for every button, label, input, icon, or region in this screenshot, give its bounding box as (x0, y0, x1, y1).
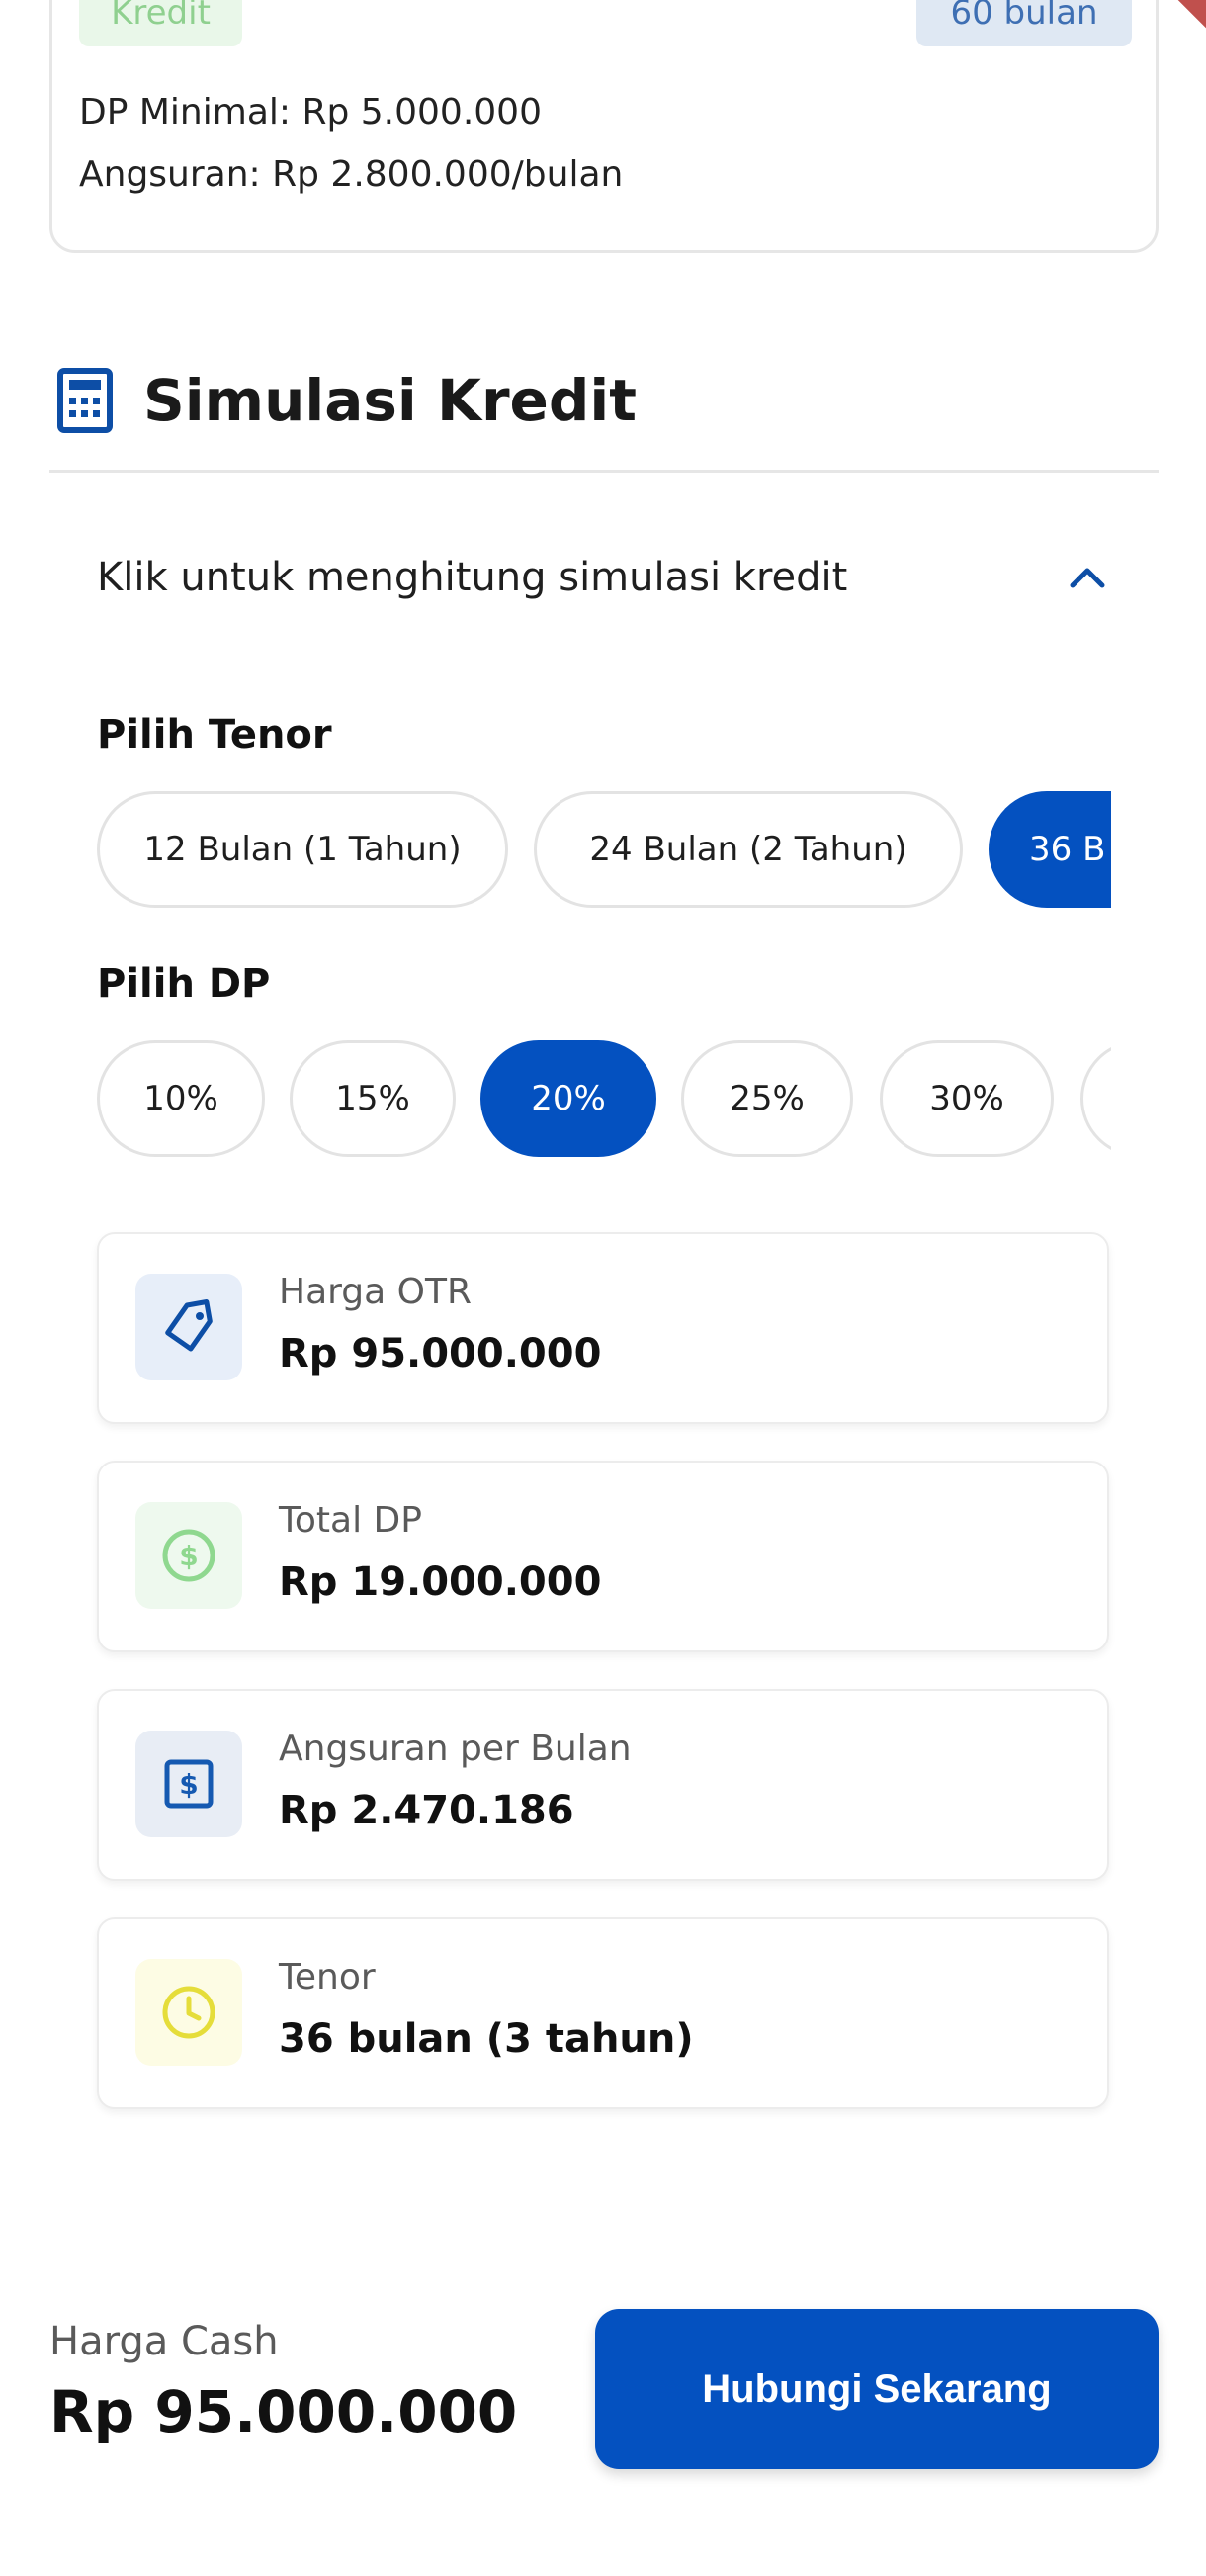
harga-cash-label: Harga Cash (49, 2319, 279, 2364)
angsuran-card: $ Angsuran per Bulan Rp 2.470.186 (97, 1689, 1109, 1881)
dp-chip-more[interactable] (1080, 1040, 1111, 1157)
kredit-badge: Kredit (79, 0, 242, 46)
dp-minimal-text: DP Minimal: Rp 5.000.000 (79, 92, 542, 133)
hubungi-sekarang-button[interactable]: Hubungi Sekarang (595, 2309, 1159, 2469)
angsuran-text: Angsuran: Rp 2.800.000/bulan (79, 154, 624, 195)
dp-chip-25[interactable]: 25% (681, 1040, 853, 1157)
dollar-square-icon: $ (164, 1759, 214, 1809)
dp-chip-30[interactable]: 30% (880, 1040, 1054, 1157)
dp-label: Pilih DP (97, 961, 271, 1007)
tenor-chip-36[interactable]: 36 B (989, 791, 1111, 908)
tenor-chip-24[interactable]: 24 Bulan (2 Tahun) (534, 791, 963, 908)
accordion-label: Klik untuk menghitung simulasi kredit (97, 555, 848, 600)
clock-icon (162, 1986, 215, 2039)
dp-chip-15[interactable]: 15% (290, 1040, 456, 1157)
dollar-circle-icon-box: $ (135, 1502, 242, 1609)
tag-icon (165, 1299, 213, 1352)
harga-cash-value: Rp 95.000.000 (49, 2378, 518, 2445)
angsuran-value: Rp 2.470.186 (279, 1788, 574, 1833)
clock-icon-box (135, 1959, 242, 2066)
section-title: Simulasi Kredit (143, 367, 638, 434)
angsuran-label: Angsuran per Bulan (279, 1729, 632, 1769)
tenor-label: Pilih Tenor (97, 712, 332, 757)
tenor-card-value: 36 bulan (3 tahun) (279, 2016, 694, 2062)
harga-otr-value: Rp 95.000.000 (279, 1331, 602, 1377)
total-dp-label: Total DP (279, 1500, 422, 1541)
tenor-badge: 60 bulan (916, 0, 1132, 46)
svg-text:$: $ (179, 1768, 198, 1801)
dollar-square-icon-box: $ (135, 1731, 242, 1837)
svg-text:$: $ (179, 1540, 198, 1572)
harga-otr-card: Harga OTR Rp 95.000.000 (97, 1232, 1109, 1424)
calculator-icon (57, 368, 113, 433)
total-dp-value: Rp 19.000.000 (279, 1559, 602, 1605)
harga-otr-label: Harga OTR (279, 1272, 472, 1312)
total-dp-card: $ Total DP Rp 19.000.000 (97, 1461, 1109, 1652)
summary-card: Kredit 60 bulan DP Minimal: Rp 5.000.000… (49, 0, 1159, 253)
simulation-accordion-toggle[interactable]: Klik untuk menghitung simulasi kredit (97, 546, 1107, 609)
tenor-card: Tenor 36 bulan (3 tahun) (97, 1917, 1109, 2109)
tenor-chip-12[interactable]: 12 Bulan (1 Tahun) (97, 791, 508, 908)
tag-icon-box (135, 1274, 242, 1380)
dp-options: 10% 15% 20% 25% 30% (97, 1040, 1111, 1161)
tenor-card-label: Tenor (279, 1957, 376, 1998)
dp-chip-20[interactable]: 20% (480, 1040, 656, 1157)
simulasi-kredit-header: Simulasi Kredit (49, 368, 1159, 473)
tenor-options: 12 Bulan (1 Tahun) 24 Bulan (2 Tahun) 36… (97, 791, 1111, 912)
dp-chip-10[interactable]: 10% (97, 1040, 265, 1157)
dollar-circle-icon: $ (162, 1529, 215, 1582)
chevron-up-icon (1070, 568, 1105, 588)
